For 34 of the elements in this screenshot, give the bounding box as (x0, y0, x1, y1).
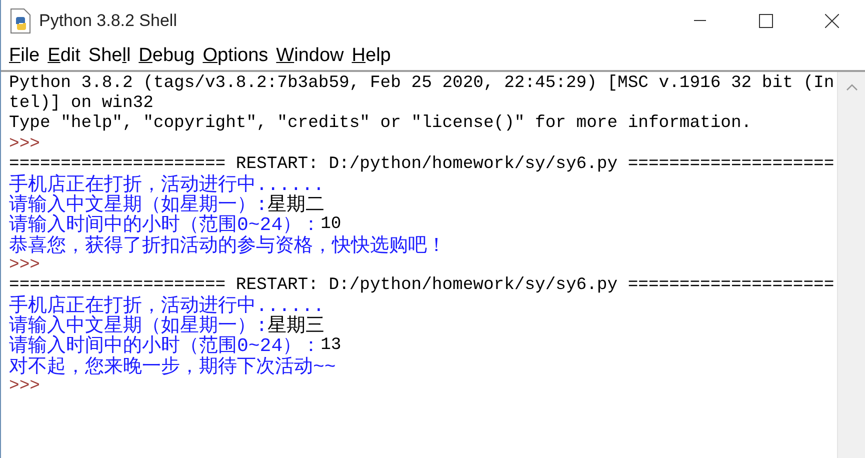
input-text: 星期三 (267, 316, 324, 336)
program-output: 请输入时间中的小时（范围0~24）： (9, 215, 321, 236)
maximize-icon (759, 14, 773, 28)
program-output: 请输入中文星期（如星期一）: (9, 195, 268, 216)
python-file-icon (9, 8, 33, 34)
minimize-icon (694, 20, 706, 21)
input-text: 13 (320, 336, 342, 357)
shell-prompt: >>> (9, 376, 40, 397)
program-output: 恭喜您，获得了折扣活动的参与资格，快快选购吧！ (9, 236, 446, 256)
window-title: Python 3.8.2 Shell (39, 10, 178, 30)
console-text: Python 3.8.2 (tags/v3.8.2:7b3ab59, Feb 25 2020, 22:45:29) [MSC v.1916 32 bit (In (9, 74, 834, 94)
program-output: 手机店正在打折，活动进行中...... (9, 296, 324, 316)
program-output: 请输入中文星期（如星期一）: (9, 316, 268, 336)
console-text: ===================== RESTART: D:/python/homework/sy/sy6.py ==================== (9, 276, 834, 295)
menu-item[interactable]: Edit (44, 44, 84, 66)
console-text: Type "help", "copyright", "credits" or "license()" for more information. (9, 114, 752, 135)
shell-prompt: >>> (9, 134, 40, 155)
input-text: 10 (320, 215, 342, 235)
console-text: ===================== RESTART: D:/python/homework/sy/sy6.py ==================== (9, 154, 834, 174)
menu-item[interactable]: Window (272, 44, 348, 66)
program-output: 对不起，您来晚一步，期待下次活动~~ (9, 356, 336, 377)
shell-prompt: >>> (9, 256, 40, 276)
menu-item[interactable]: Options (198, 44, 272, 66)
menu-item[interactable]: Shell (84, 44, 135, 66)
console-text: tel)] on win32 (9, 94, 154, 114)
menu-item[interactable]: Debug (134, 44, 199, 66)
scrollbar[interactable] (837, 72, 865, 458)
input-text: 星期二 (267, 195, 324, 216)
program-output: 手机店正在打折，活动进行中...... (9, 174, 324, 196)
menu-item[interactable]: Help (348, 44, 395, 66)
program-output: 请输入时间中的小时（范围0~24）： (9, 336, 321, 357)
scroll-up-icon[interactable] (846, 84, 858, 91)
close-icon (825, 14, 839, 28)
menu-item[interactable]: File (5, 44, 44, 66)
